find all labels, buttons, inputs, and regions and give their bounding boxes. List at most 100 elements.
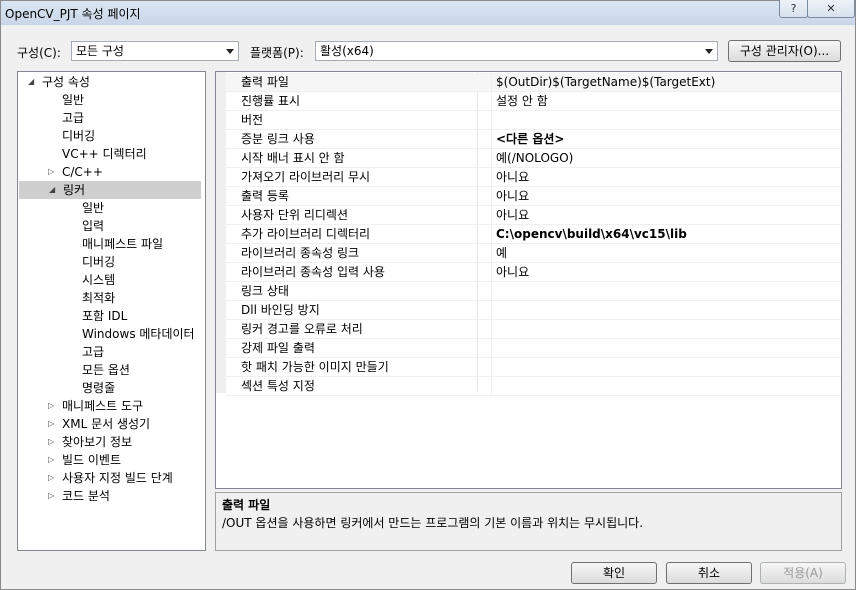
tree-subitem[interactable]: 명령줄 (18, 379, 205, 397)
collapsed-arrow-icon[interactable]: ▷ (48, 397, 54, 415)
property-row[interactable]: 섹션 특성 지정 (226, 377, 841, 396)
collapsed-arrow-icon[interactable]: ▷ (48, 469, 54, 487)
property-value[interactable] (491, 111, 496, 130)
tree-item-label: 디버깅 (62, 129, 96, 143)
property-name: 링크 상태 (241, 284, 289, 298)
property-name: 가져오기 라이브러리 무시 (241, 170, 371, 184)
tree-item[interactable]: 일반 (18, 91, 205, 109)
configuration-dropdown[interactable]: 모든 구성 (71, 41, 239, 61)
property-value[interactable] (491, 358, 496, 377)
property-row[interactable]: 링크 상태 (226, 282, 841, 301)
tree-item-root[interactable]: ◢ 구성 속성 (18, 73, 205, 91)
ok-button[interactable]: 확인 (571, 562, 657, 584)
property-value[interactable]: 아니요 (491, 168, 529, 187)
title-bar[interactable]: OpenCV_PJT 속성 페이지 ? ✕ (1, 0, 855, 25)
configuration-manager-button[interactable]: 구성 관리자(O)... (728, 40, 841, 62)
tree-subitem[interactable]: 일반 (18, 199, 205, 217)
tree-subitem[interactable]: Windows 메타데이터 (18, 325, 205, 343)
tree-item-label: C/C++ (62, 165, 103, 179)
property-name: 섹션 특성 지정 (241, 379, 315, 393)
tree-subitem[interactable]: 시스템 (18, 271, 205, 289)
property-row[interactable]: 강제 파일 출력 (226, 339, 841, 358)
property-row[interactable]: 출력 파일 $(OutDir)$(TargetName)$(TargetExt) (226, 73, 841, 92)
property-row[interactable]: 사용자 단위 리디렉션 아니요 (226, 206, 841, 225)
property-row[interactable]: 증분 링크 사용 <다른 옵션> (226, 130, 841, 149)
tree-item-label: 사용자 지정 빌드 단계 (62, 471, 173, 485)
tree-subitem[interactable]: 고급 (18, 343, 205, 361)
property-value[interactable] (491, 282, 496, 301)
property-name: 링커 경고를 오류로 처리 (241, 322, 363, 336)
property-value[interactable]: 아니요 (491, 206, 529, 225)
property-tree[interactable]: ◢ 구성 속성 일반 고급 디버깅 VC++ 디렉터리 ▷ C/C++ ◢ 링커 일반 입력 매니페스트… (17, 71, 206, 551)
property-row[interactable]: 추가 라이브러리 디렉터리 C:\opencv\build\x64\vc15\li… (226, 225, 841, 244)
tree-item[interactable]: VC++ 디렉터리 (18, 145, 205, 163)
property-value[interactable] (491, 320, 496, 339)
tree-item-label: 모든 옵션 (82, 363, 130, 377)
property-name: 핫 패치 가능한 이미지 만들기 (241, 360, 389, 374)
close-button[interactable]: ✕ (807, 0, 855, 18)
tree-subitem[interactable]: 포함 IDL (18, 307, 205, 325)
tree-item[interactable]: ◢ 링커 (19, 181, 201, 199)
property-value[interactable] (491, 301, 496, 320)
expanded-arrow-icon[interactable]: ◢ (49, 181, 55, 199)
tree-item[interactable]: ▷ 사용자 지정 빌드 단계 (18, 469, 205, 487)
tree-item[interactable]: ▷ C/C++ (18, 163, 205, 181)
property-grid[interactable]: 출력 파일 $(OutDir)$(TargetName)$(TargetExt) 진… (215, 71, 842, 489)
property-row[interactable]: Dll 바인딩 방지 (226, 301, 841, 320)
collapsed-arrow-icon[interactable]: ▷ (48, 415, 54, 433)
property-row[interactable]: 링커 경고를 오류로 처리 (226, 320, 841, 339)
tree-item[interactable]: ▷ 찾아보기 정보 (18, 433, 205, 451)
tree-item-label: 포함 IDL (82, 309, 128, 323)
property-value[interactable]: $(OutDir)$(TargetName)$(TargetExt) (491, 73, 715, 92)
tree-item-label: 입력 (82, 219, 105, 233)
collapsed-arrow-icon[interactable]: ▷ (48, 433, 54, 451)
property-row[interactable]: 출력 등록 아니요 (226, 187, 841, 206)
collapsed-arrow-icon[interactable]: ▷ (48, 487, 54, 505)
collapsed-arrow-icon[interactable]: ▷ (48, 451, 54, 469)
expanded-arrow-icon[interactable]: ◢ (28, 73, 34, 91)
property-name: Dll 바인딩 방지 (241, 303, 320, 317)
property-row[interactable]: 시작 배너 표시 안 함 예(/NOLOGO) (226, 149, 841, 168)
tree-subitem[interactable]: 디버깅 (18, 253, 205, 271)
property-value[interactable]: 아니요 (491, 263, 529, 282)
tree-item[interactable]: ▷ 코드 분석 (18, 487, 205, 505)
tree-subitem[interactable]: 모든 옵션 (18, 361, 205, 379)
collapsed-arrow-icon[interactable]: ▷ (48, 163, 54, 181)
tree-subitem[interactable]: 최적화 (18, 289, 205, 307)
property-row[interactable]: 가져오기 라이브러리 무시 아니요 (226, 168, 841, 187)
property-row[interactable]: 핫 패치 가능한 이미지 만들기 (226, 358, 841, 377)
help-button[interactable]: ? (779, 0, 808, 18)
platform-value: 활성(x64) (320, 44, 374, 58)
tree-item-label: Windows 메타데이터 (82, 327, 195, 341)
tree-item[interactable]: ▷ 빌드 이벤트 (18, 451, 205, 469)
chevron-down-icon (705, 49, 713, 54)
property-value[interactable]: <다른 옵션> (491, 130, 564, 149)
tree-item-label: 찾아보기 정보 (62, 435, 133, 449)
tree-item[interactable]: 고급 (18, 109, 205, 127)
tree-item-label: 최적화 (82, 291, 116, 305)
property-name: 시작 배너 표시 안 함 (241, 151, 345, 165)
property-value[interactable] (491, 339, 496, 358)
tree-subitem[interactable]: 매니페스트 파일 (18, 235, 205, 253)
property-row[interactable]: 진행률 표시 설정 안 함 (226, 92, 841, 111)
property-value[interactable]: 예(/NOLOGO) (491, 149, 573, 168)
property-value[interactable]: 설정 안 함 (491, 92, 548, 111)
property-value[interactable]: 아니요 (491, 187, 529, 206)
property-value[interactable]: 예 (491, 244, 507, 263)
tree-subitem[interactable]: 입력 (18, 217, 205, 235)
property-row[interactable]: 버전 (226, 111, 841, 130)
property-row[interactable]: 라이브러리 종속성 링크 예 (226, 244, 841, 263)
platform-dropdown[interactable]: 활성(x64) (315, 41, 718, 61)
tree-item-label: VC++ 디렉터리 (62, 147, 147, 161)
apply-button[interactable]: 적용(A) (760, 562, 846, 584)
tree-item[interactable]: 디버깅 (18, 127, 205, 145)
property-name: 사용자 단위 리디렉션 (241, 208, 348, 222)
property-row[interactable]: 라이브러리 종속성 입력 사용 아니요 (226, 263, 841, 282)
tree-item[interactable]: ▷ 매니페스트 도구 (18, 397, 205, 415)
property-name: 출력 등록 (241, 189, 289, 203)
configuration-value: 모든 구성 (76, 44, 124, 58)
tree-item[interactable]: ▷ XML 문서 생성기 (18, 415, 205, 433)
cancel-button[interactable]: 취소 (666, 562, 752, 584)
property-value[interactable] (491, 377, 496, 396)
property-value[interactable]: C:\opencv\build\x64\vc15\lib (491, 225, 687, 244)
